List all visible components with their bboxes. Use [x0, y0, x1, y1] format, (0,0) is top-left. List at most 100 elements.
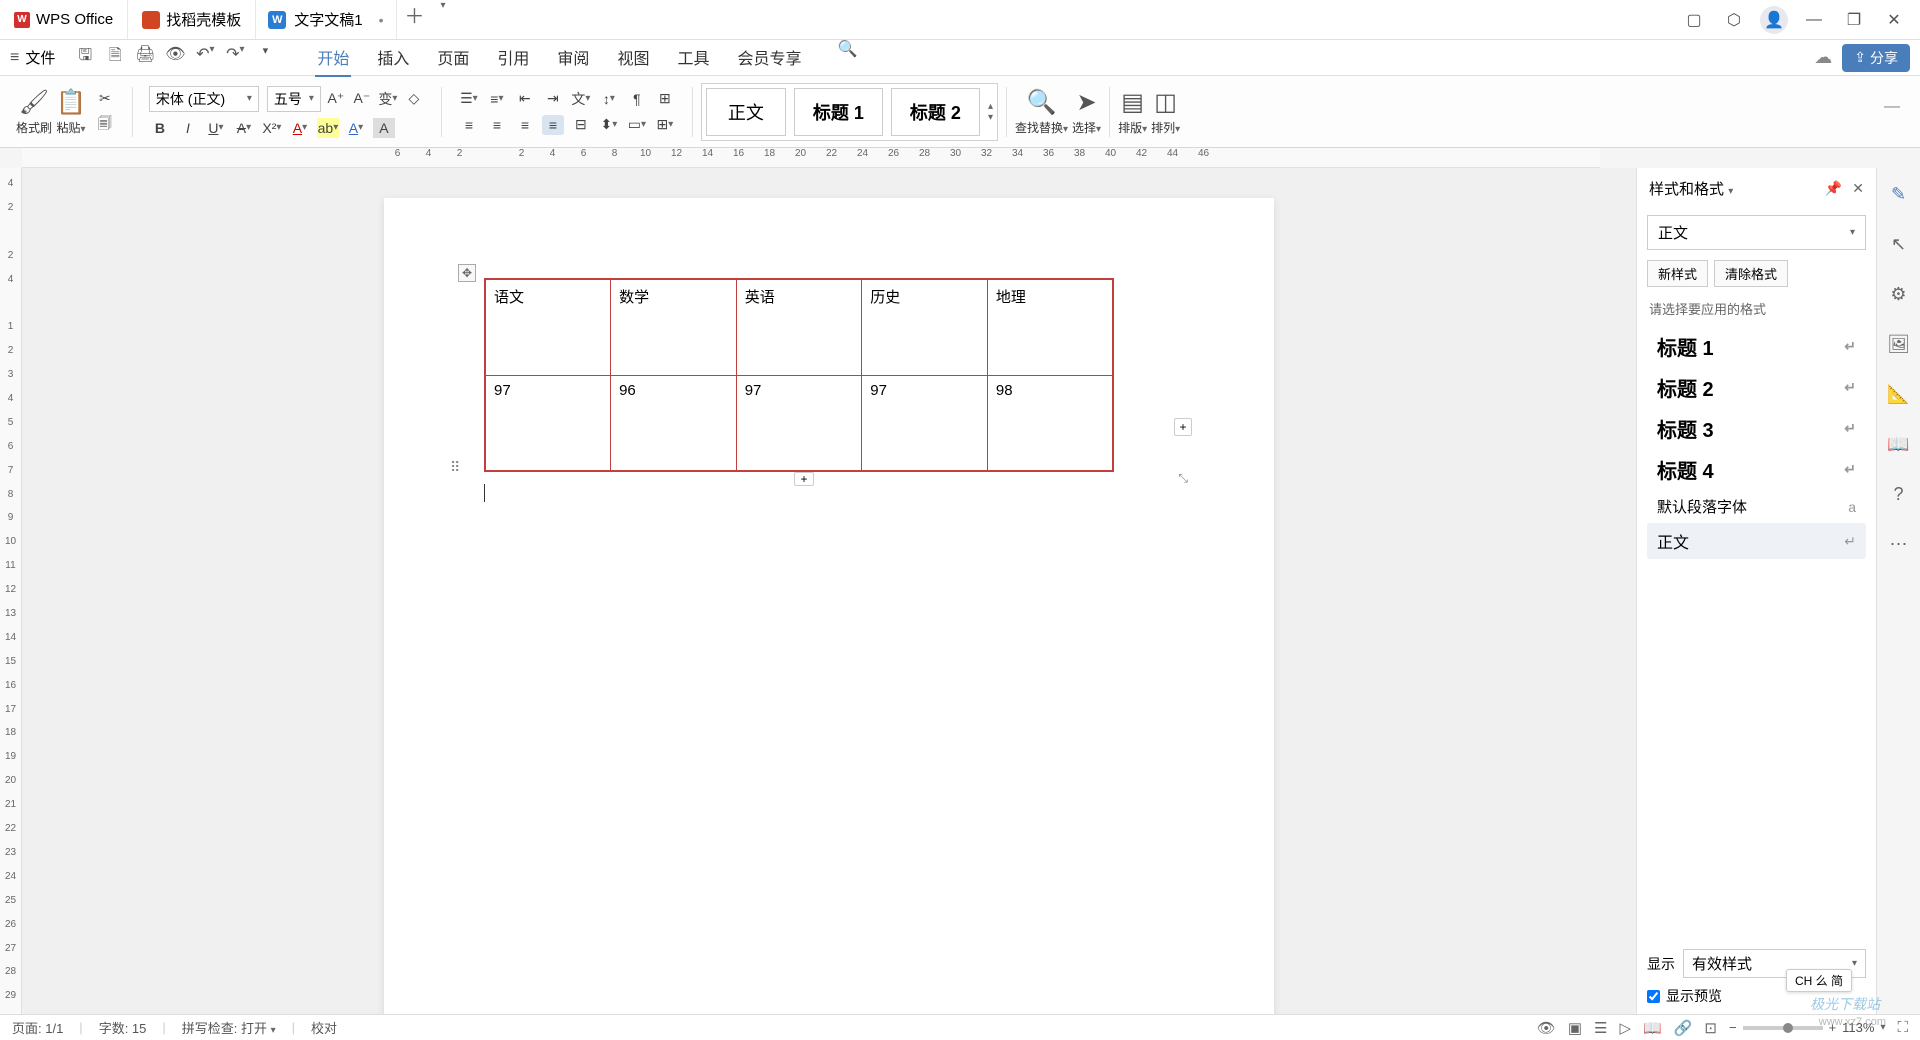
tab-start[interactable]: 开始	[315, 39, 351, 77]
table-cell[interactable]: 地理	[987, 279, 1113, 375]
highlight-button[interactable]: ab▾	[317, 118, 339, 138]
text-fill-button[interactable]: A▾	[345, 118, 367, 138]
link-icon[interactable]: 🔗	[1674, 1019, 1693, 1037]
image-tool-icon[interactable]: 🖼	[1885, 330, 1913, 358]
new-tab-button[interactable]: ＋	[397, 0, 433, 39]
table-cell[interactable]: 历史	[862, 279, 988, 375]
style-body[interactable]: 正文	[706, 88, 786, 136]
close-pane-icon[interactable]: ✕	[1852, 180, 1864, 197]
style-item-h3[interactable]: 标题 3↵	[1647, 408, 1866, 449]
ruler-tool-icon[interactable]: 📐	[1885, 380, 1913, 408]
maximize-icon[interactable]: ❐	[1840, 6, 1868, 34]
reading-mode-icon[interactable]: ▢	[1680, 6, 1708, 34]
add-column-button[interactable]: +	[1174, 418, 1192, 436]
word-count[interactable]: 字数: 15	[99, 1018, 147, 1037]
read-view-icon[interactable]: 📖	[1643, 1019, 1662, 1037]
drag-handle-icon[interactable]: ⠿	[450, 459, 460, 476]
more-tools-icon[interactable]: ⋯	[1885, 530, 1913, 558]
qat-dropdown-icon[interactable]: ▾	[255, 44, 275, 71]
search-icon[interactable]: 🔍	[837, 39, 857, 77]
cube-icon[interactable]: ⬡	[1720, 6, 1748, 34]
bold-button[interactable]: B	[149, 118, 171, 138]
increase-font-icon[interactable]: A⁺	[325, 89, 347, 109]
style-item-h2[interactable]: 标题 2↵	[1647, 367, 1866, 408]
decrease-font-icon[interactable]: A⁻	[351, 89, 373, 109]
line-spacing-button[interactable]: ⬍▾	[598, 115, 620, 135]
tab-review[interactable]: 审阅	[555, 39, 591, 77]
table-cell[interactable]: 97	[862, 375, 988, 471]
settings-tool-icon[interactable]: ⚙	[1885, 280, 1913, 308]
tab-view[interactable]: 视图	[615, 39, 651, 77]
close-window-icon[interactable]: ✕	[1880, 6, 1908, 34]
redo-icon[interactable]: ↷▾	[225, 44, 245, 71]
wps-home-tab[interactable]: W WPS Office	[0, 0, 128, 39]
templates-tab[interactable]: 找稻壳模板	[128, 0, 256, 39]
minimize-icon[interactable]: —	[1800, 6, 1828, 34]
new-style-button[interactable]: 新样式	[1647, 260, 1708, 287]
fit-icon[interactable]: ⊡	[1704, 1019, 1717, 1037]
style-item-h4[interactable]: 标题 4↵	[1647, 449, 1866, 490]
gallery-scroll[interactable]: ▴▾	[988, 101, 993, 123]
book-tool-icon[interactable]: 📖	[1885, 430, 1913, 458]
font-color-button[interactable]: A▾	[289, 118, 311, 138]
print-preview-icon[interactable]: 👁	[165, 44, 185, 71]
sort-button[interactable]: ↕▾	[598, 89, 620, 109]
table-cell[interactable]: 数学	[611, 279, 737, 375]
spell-check-status[interactable]: 拼写检查: 打开 ▾	[182, 1018, 276, 1037]
help-icon[interactable]: ?	[1885, 480, 1913, 508]
cloud-icon[interactable]: ☁	[1814, 47, 1832, 68]
share-button[interactable]: ⇪分享	[1842, 44, 1910, 72]
font-family-select[interactable]: 宋体 (正文)▾	[149, 86, 259, 112]
tab-page[interactable]: 页面	[435, 39, 471, 77]
pin-icon[interactable]: 📌	[1825, 180, 1842, 197]
document-table[interactable]: 语文 数学 英语 历史 地理 97 96 97 97 98	[484, 278, 1114, 472]
clear-format-button[interactable]: 清除格式	[1714, 260, 1788, 287]
zoom-value[interactable]: 113%	[1842, 1020, 1874, 1035]
arrange-button[interactable]: ◫排列▾	[1151, 88, 1180, 136]
select-button[interactable]: ➤选择▾	[1072, 88, 1101, 136]
table-resize-handle-icon[interactable]: ⤡	[1178, 471, 1188, 486]
align-left-button[interactable]: ≡	[458, 115, 480, 135]
change-case-icon[interactable]: 变▾	[377, 89, 399, 109]
style-item-h1[interactable]: 标题 1↵	[1647, 326, 1866, 367]
distribute-button[interactable]: ⊟	[570, 115, 592, 135]
show-marks-button[interactable]: ¶	[626, 89, 648, 109]
hamburger-icon[interactable]: ≡	[10, 49, 19, 67]
style-item-body[interactable]: 正文↵	[1647, 523, 1866, 559]
proof-status[interactable]: 校对	[311, 1018, 337, 1037]
align-center-button[interactable]: ≡	[486, 115, 508, 135]
table-move-handle-icon[interactable]: ✥	[458, 264, 476, 282]
align-right-button[interactable]: ≡	[514, 115, 536, 135]
font-size-select[interactable]: 五号▾	[267, 86, 321, 112]
horizontal-ruler[interactable]: 6422468101214161820222426283032343638404…	[22, 148, 1600, 168]
undo-icon[interactable]: ↶▾	[195, 44, 215, 71]
cut-icon[interactable]: ✂	[94, 89, 116, 109]
collapse-ribbon-icon[interactable]: —	[1884, 98, 1912, 126]
table-cell[interactable]: 98	[987, 375, 1113, 471]
italic-button[interactable]: I	[177, 118, 199, 138]
vertical-ruler[interactable]: 4224123456789101112131415161718192021222…	[0, 168, 22, 1014]
page-indicator[interactable]: 页面: 1/1	[12, 1018, 63, 1037]
pane-dropdown-icon[interactable]: ▾	[1728, 186, 1733, 197]
table-cell[interactable]: 97	[485, 375, 611, 471]
layout-button[interactable]: ▤排版▾	[1118, 88, 1147, 136]
tab-insert[interactable]: 插入	[375, 39, 411, 77]
table-cell[interactable]: 96	[611, 375, 737, 471]
export-icon[interactable]: 🗎	[105, 44, 125, 71]
tabs-button[interactable]: ⊞	[654, 89, 676, 109]
eye-icon[interactable]: 👁	[1537, 1019, 1556, 1037]
web-view-icon[interactable]: ▷	[1619, 1019, 1631, 1037]
fullscreen-icon[interactable]: ⛶	[1897, 1019, 1908, 1036]
align-justify-button[interactable]: ≡	[542, 115, 564, 135]
copy-icon[interactable]: 🗐	[94, 115, 116, 135]
tab-tools[interactable]: 工具	[675, 39, 711, 77]
zoom-out-icon[interactable]: −	[1729, 1020, 1737, 1035]
table-cell[interactable]: 97	[736, 375, 862, 471]
borders-button[interactable]: ⊞▾	[654, 115, 676, 135]
style-item-default-font[interactable]: 默认段落字体a	[1647, 490, 1866, 523]
clear-format-icon[interactable]: ◇	[403, 89, 425, 109]
paste-button[interactable]: 📋粘贴▾	[56, 88, 86, 136]
char-shading-button[interactable]: A	[373, 118, 395, 138]
table-cell[interactable]: 语文	[485, 279, 611, 375]
print-icon[interactable]: 🖨	[135, 44, 155, 71]
